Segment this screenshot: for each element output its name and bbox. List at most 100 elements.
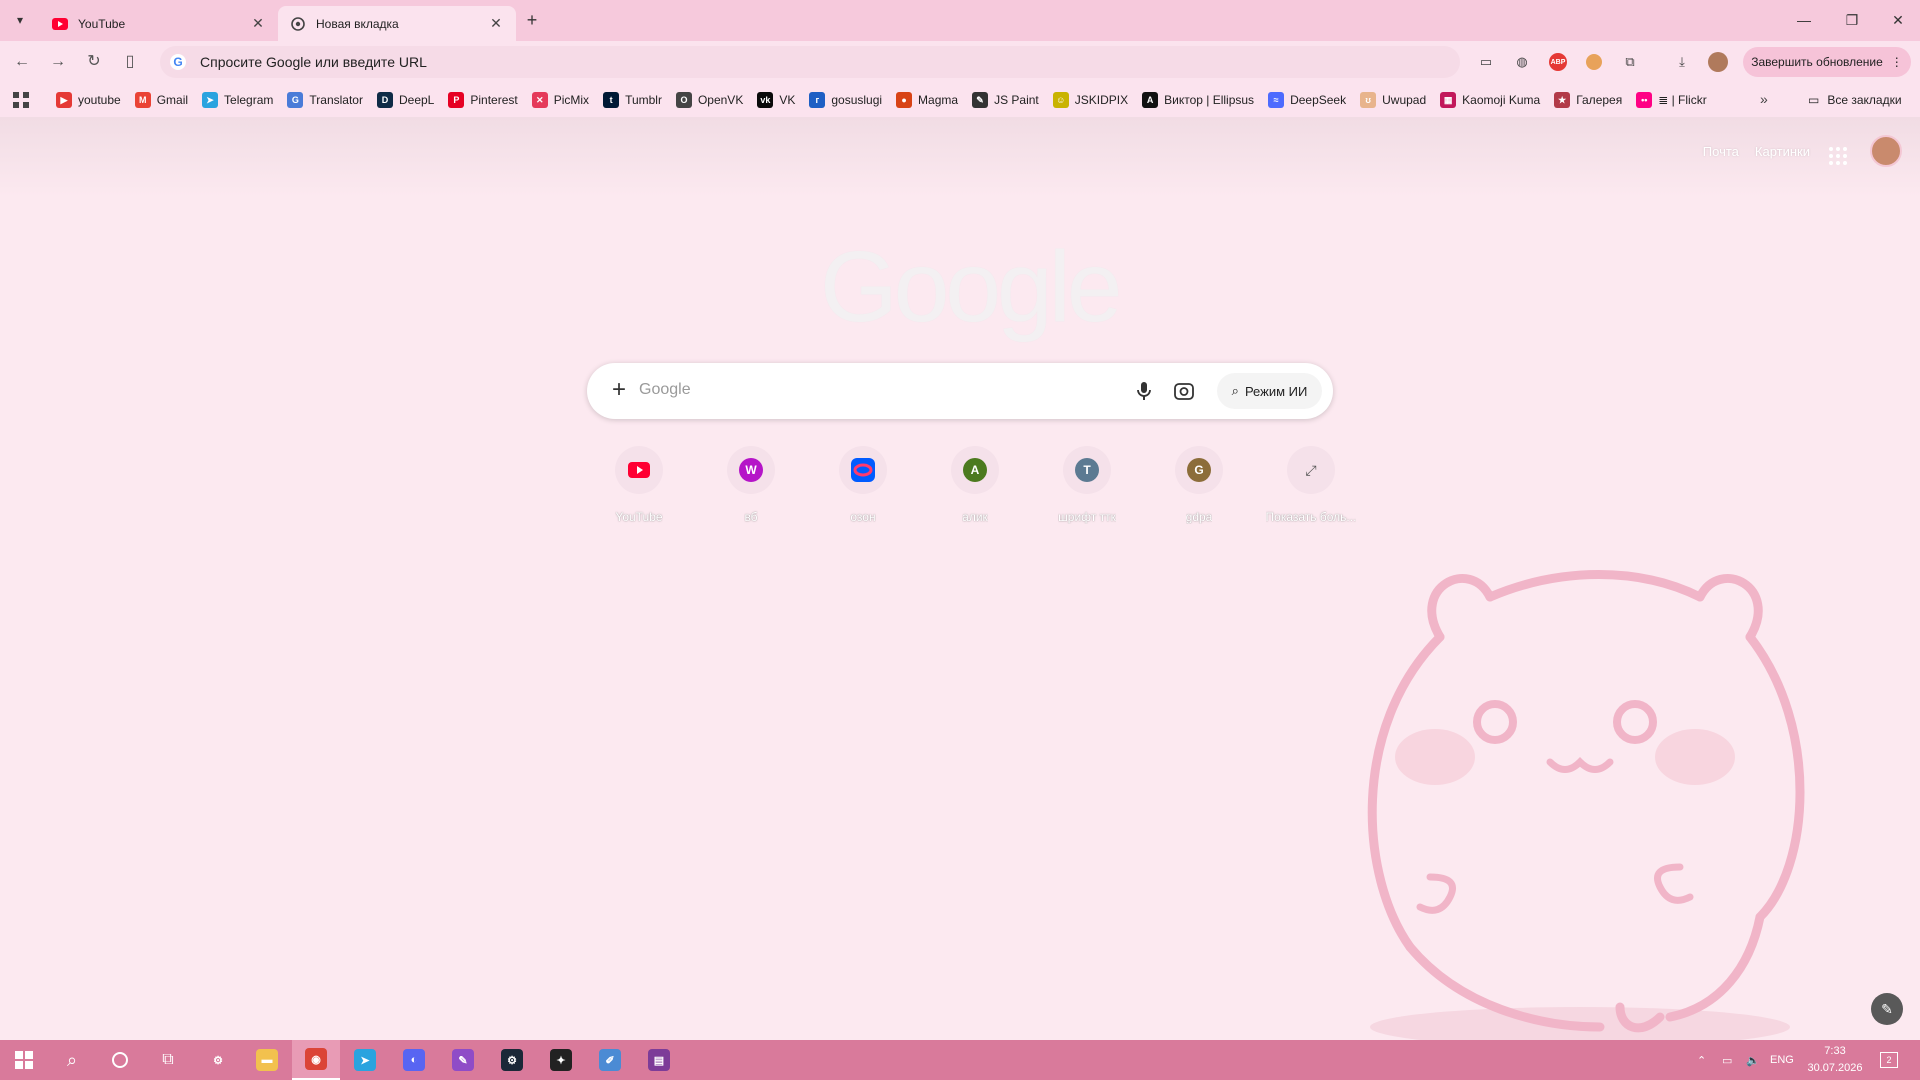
address-bar[interactable]: G Спросите Google или введите URL [160, 46, 1460, 78]
google-lens-icon[interactable] [1172, 379, 1196, 403]
kebab-menu-icon: ⋮ [1890, 55, 1903, 69]
bookmark-item[interactable]: D DeepL [376, 92, 434, 108]
discord-app[interactable]: ◐ [390, 1040, 438, 1080]
cast-icon[interactable]: ▭ [1475, 51, 1497, 73]
steam-icon: ⚙ [501, 1049, 523, 1071]
ai-search-icon: ⌕ [1231, 383, 1239, 398]
back-button[interactable]: ← [8, 48, 36, 76]
mail-link[interactable]: Почта [1703, 144, 1739, 159]
split-view-button[interactable]: ▯ [116, 48, 144, 76]
explorer-app[interactable]: ▬ [243, 1040, 291, 1080]
tray-expand-icon[interactable]: ⌃ [1697, 1040, 1706, 1080]
extensions-puzzle-icon[interactable]: ⧉ [1619, 51, 1641, 73]
bookmark-item[interactable]: г gosuslugi [809, 92, 882, 108]
bookmark-item[interactable]: ▦ Kaomoji Kuma [1440, 92, 1540, 108]
bookmark-item[interactable]: ʊ Uwupad [1360, 92, 1426, 108]
network-icon[interactable]: ▭ [1722, 1040, 1732, 1080]
cortana-icon[interactable] [96, 1040, 144, 1080]
microphone-icon[interactable] [1132, 379, 1156, 403]
tab-youtube[interactable]: YouTube ✕ [40, 6, 278, 41]
tab-title: Новая вкладка [316, 16, 399, 31]
game-app[interactable]: ✦ [537, 1040, 585, 1080]
shortcut-tile[interactable]: Ggdpa [1143, 442, 1255, 524]
restore-button[interactable]: ❐ [1828, 0, 1876, 40]
shortcut-tile[interactable]: озон [807, 442, 919, 524]
images-link[interactable]: Картинки [1755, 144, 1810, 159]
ai-mode-button[interactable]: ⌕ Режим ИИ [1217, 373, 1322, 409]
search-icon[interactable]: ⌕ [48, 1040, 96, 1080]
bookmark-item[interactable]: t Tumblr [603, 92, 662, 108]
search-box[interactable]: + Google ⌕ Режим ИИ [587, 363, 1333, 419]
bookmark-item[interactable]: A Виктор | Ellipsus [1142, 92, 1254, 108]
bookmark-item[interactable]: ★ Галерея [1554, 92, 1622, 108]
bookmark-label: OpenVK [697, 93, 744, 107]
bookmark-item[interactable]: P Pinterest [448, 92, 518, 108]
shortcut-tile[interactable]: YouTube [583, 442, 695, 524]
steam-app[interactable]: ⚙ [488, 1040, 536, 1080]
profile-avatar[interactable] [1707, 51, 1729, 73]
bookmark-item[interactable]: ➤ Telegram [202, 92, 273, 108]
bookmark-label: Pinterest [470, 93, 518, 107]
shortcut-tile[interactable]: ⤢ Показать боль... [1255, 442, 1367, 524]
finish-update-button[interactable]: Завершить обновление ⋮ [1743, 47, 1911, 77]
apps-grid-icon[interactable] [12, 91, 30, 109]
tab-new-tab[interactable]: Новая вкладка ✕ [278, 6, 516, 41]
adblock-icon[interactable]: ABP [1547, 51, 1569, 73]
bookmark-label: Magma [918, 93, 959, 107]
more-bookmarks-icon[interactable]: » [1760, 91, 1768, 107]
all-bookmarks-button[interactable]: ▭ Все закладки [1808, 83, 1902, 117]
bookmark-favicon-icon: ● [896, 92, 913, 108]
bookmark-favicon-icon: ʊ [1360, 92, 1377, 108]
minimize-button[interactable]: — [1780, 0, 1828, 40]
cookie-extension-icon[interactable] [1583, 51, 1605, 73]
forward-button[interactable]: → [44, 48, 72, 76]
account-avatar[interactable] [1870, 135, 1902, 167]
shortcut-label: gdpa [1185, 510, 1213, 524]
language-indicator[interactable]: ENG [1770, 1040, 1794, 1080]
shortcut-tile[interactable]: Aалик [919, 442, 1031, 524]
krita-app[interactable]: ✎ [439, 1040, 487, 1080]
add-icon[interactable]: + [607, 378, 631, 403]
paint-app[interactable]: ✐ [586, 1040, 634, 1080]
start-button[interactable] [0, 1040, 48, 1080]
clock[interactable]: 7:33 30.07.2026 [1800, 1043, 1870, 1077]
bookmark-favicon-icon: A [1142, 92, 1159, 108]
bookmark-item[interactable]: ≈ DeepSeek [1268, 92, 1346, 108]
bookmark-item[interactable]: ✕ PicMix [531, 92, 589, 108]
bookmark-item[interactable]: •• ≣ | Flickr [1636, 92, 1707, 108]
task-view-icon[interactable]: ⧉ [144, 1040, 192, 1080]
volume-icon[interactable]: 🔈 [1746, 1040, 1760, 1080]
reload-button[interactable]: ↻ [80, 48, 108, 76]
bookmark-item[interactable]: ● Magma [896, 92, 958, 108]
close-tab-icon[interactable]: ✕ [250, 15, 266, 32]
bookmark-item[interactable]: G Translator [287, 92, 363, 108]
shortcut-label: шрифт ттк [1058, 510, 1116, 524]
new-tab-button[interactable]: + [520, 8, 544, 32]
bookmark-item[interactable]: M Gmail [134, 92, 188, 108]
google-apps-icon[interactable] [1826, 144, 1850, 168]
search-input[interactable]: Google [639, 381, 691, 399]
telegram-app[interactable]: ➤ [341, 1040, 389, 1080]
shortcut-tile[interactable]: Tшрифт ттк [1031, 442, 1143, 524]
notifications-icon[interactable]: 2 [1880, 1040, 1898, 1080]
customize-pencil-icon[interactable]: ✎ [1871, 993, 1903, 1025]
bookmark-favicon-icon: г [809, 92, 826, 108]
bookmark-item[interactable]: O OpenVK [675, 92, 744, 108]
bookmark-label: Виктор | Ellipsus [1164, 93, 1255, 107]
explorer-icon: ▬ [256, 1049, 278, 1071]
tab-search-button[interactable]: ▾ [8, 8, 32, 32]
shortcut-tile[interactable]: Wвб [695, 442, 807, 524]
settings-app[interactable]: ⚙ [194, 1040, 242, 1080]
close-tab-icon[interactable]: ✕ [488, 15, 504, 32]
bookmark-item[interactable]: vk VK [757, 92, 795, 108]
downloads-icon[interactable]: ⤓ [1671, 51, 1693, 73]
bookmark-favicon-icon: P [448, 92, 465, 108]
bookmark-item[interactable]: ✎ JS Paint [972, 92, 1039, 108]
bookmark-item[interactable]: ☺ JSKIDPIX [1052, 92, 1128, 108]
winrar-app[interactable]: ▤ [635, 1040, 683, 1080]
translate-icon[interactable]: ◍ [1511, 51, 1533, 73]
bookmark-item[interactable]: ▶ youtube [56, 92, 121, 108]
bookmark-favicon-icon: ✕ [531, 92, 548, 108]
chrome-app[interactable]: ◉ [292, 1040, 340, 1080]
close-window-button[interactable]: ✕ [1874, 0, 1920, 40]
